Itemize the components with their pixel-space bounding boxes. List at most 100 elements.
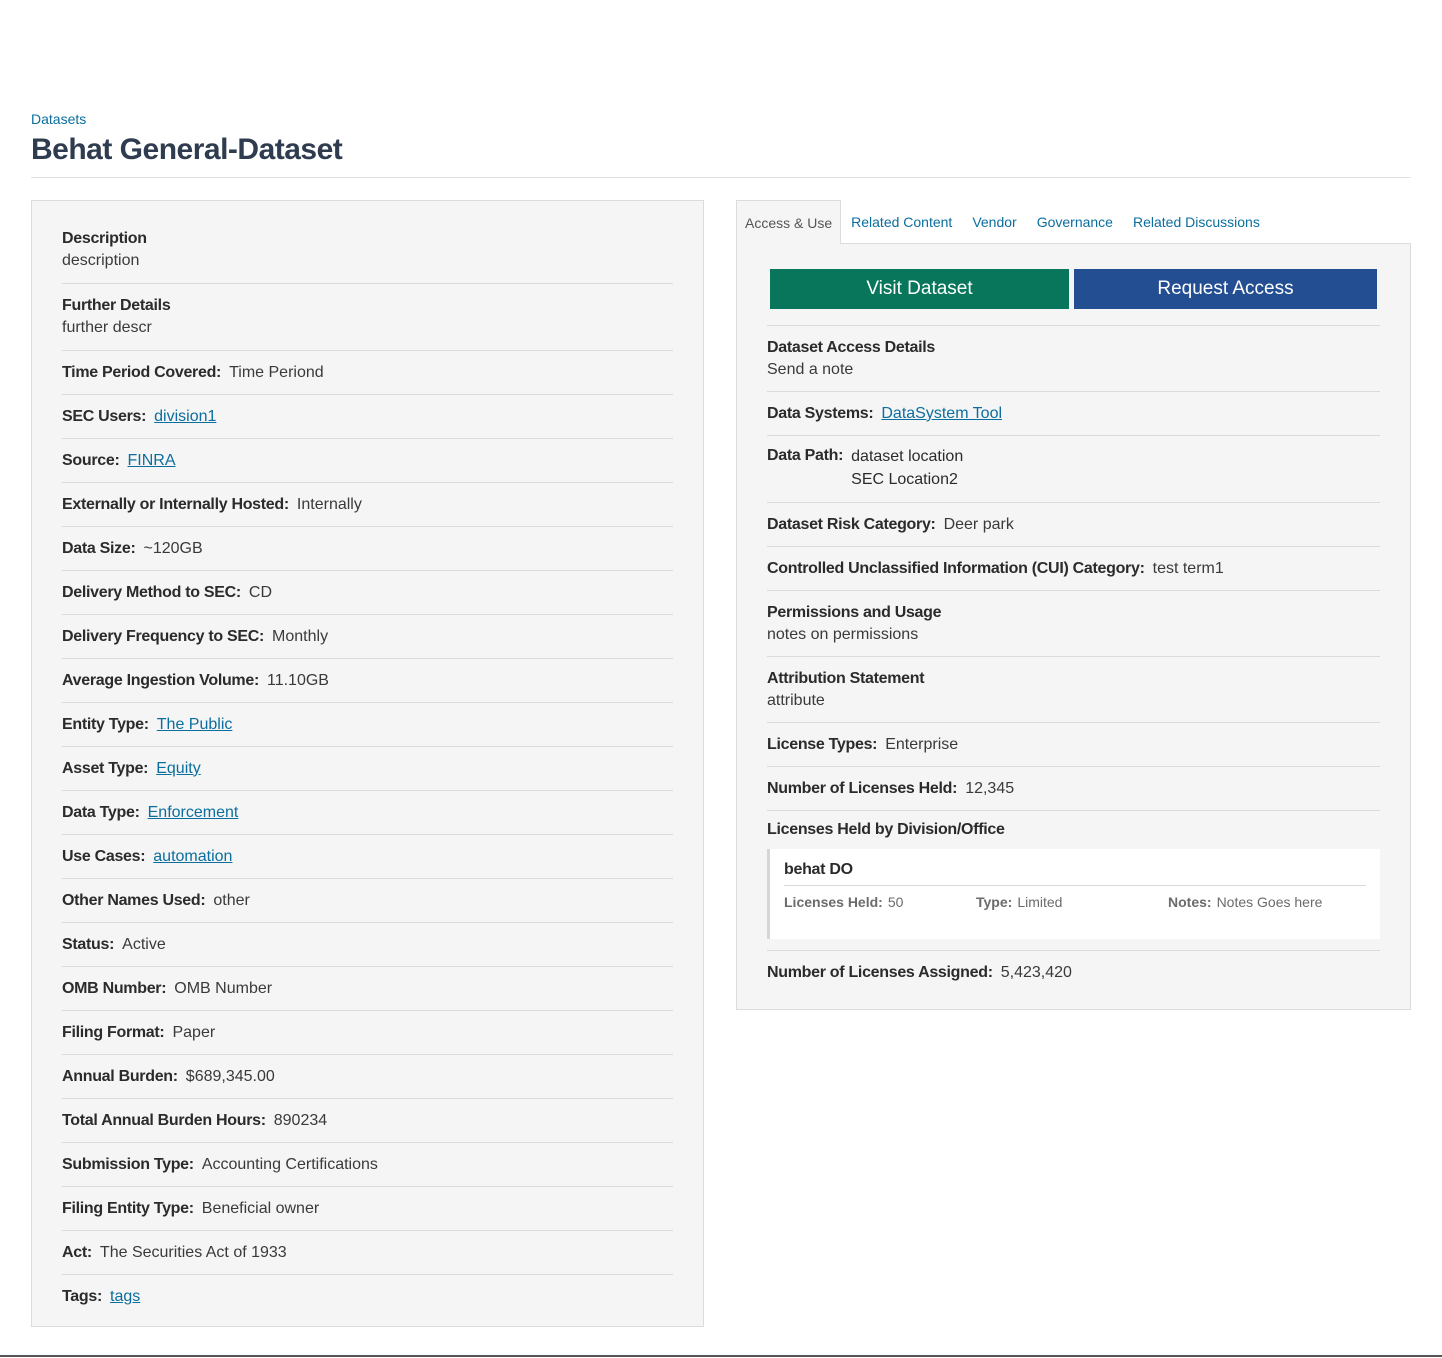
access-details-row: Dataset Access Details Send a note [767, 326, 1380, 392]
ingestion-volume-row: Average Ingestion Volume: 11.10GB [62, 659, 673, 703]
omb-number-row: OMB Number: OMB Number [62, 967, 673, 1011]
act-value: The Securities Act of 1933 [99, 1243, 287, 1261]
entity-type-row: Entity Type: The Public [62, 703, 673, 747]
division-license-fields: Licenses Held: 50 Type: Limited Notes: Note… [784, 894, 1366, 910]
delivery-frequency-value: Monthly [272, 627, 329, 645]
attribution-value: attribute [767, 691, 825, 709]
bottom-divider [0, 1355, 1442, 1357]
hosted-label: Externally or Internally Hosted: [62, 495, 289, 513]
hosted-row: Externally or Internally Hosted: Interna… [62, 483, 673, 527]
data-size-row: Data Size: ~120GB [62, 527, 673, 571]
licenses-assigned-value: 5,423,420 [1000, 964, 1072, 981]
title-divider [31, 177, 1411, 178]
submission-type-label: Submission Type: [62, 1155, 194, 1173]
tab-related-content[interactable]: Related Content [841, 200, 962, 244]
use-cases-link[interactable]: automation [153, 848, 232, 866]
delivery-method-row: Delivery Method to SEC: CD [62, 571, 673, 615]
delivery-frequency-label: Delivery Frequency to SEC: [62, 627, 265, 645]
data-size-value: ~120GB [143, 539, 203, 557]
description-row: Description description [62, 217, 673, 284]
attribution-label: Attribution Statement [767, 669, 925, 687]
omb-number-label: OMB Number: [62, 979, 167, 997]
burden-hours-row: Total Annual Burden Hours: 890234 [62, 1099, 673, 1143]
submission-type-row: Submission Type: Accounting Certificatio… [62, 1143, 673, 1187]
tab-governance[interactable]: Governance [1027, 200, 1123, 244]
further-details-row: Further Details further descr [62, 284, 673, 351]
visit-dataset-button[interactable]: Visit Dataset [770, 269, 1069, 309]
dataset-details-panel: Description description Further Details … [31, 200, 704, 1327]
license-notes-field: Notes: Notes Goes here [1168, 894, 1360, 910]
data-systems-link[interactable]: DataSystem Tool [881, 405, 1002, 423]
status-label: Status: [62, 935, 115, 953]
cui-category-label: Controlled Unclassified Information (CUI… [767, 559, 1145, 577]
data-path-values: dataset location SEC Location2 [851, 445, 963, 491]
breadcrumb-datasets[interactable]: Datasets [31, 111, 86, 127]
source-label: Source: [62, 451, 120, 469]
licenses-by-division-label: Licenses Held by Division/Office [767, 821, 1005, 838]
risk-category-value: Deer park [943, 515, 1014, 533]
access-use-panel: Visit Dataset Request Access Dataset Acc… [736, 243, 1411, 1010]
tags-link[interactable]: tags [110, 1288, 140, 1306]
license-type-field: Type: Limited [976, 894, 1168, 910]
submission-type-value: Accounting Certifications [201, 1155, 378, 1173]
source-link[interactable]: FINRA [127, 452, 175, 470]
ingestion-volume-label: Average Ingestion Volume: [62, 671, 259, 689]
tab-related-discussions[interactable]: Related Discussions [1123, 200, 1270, 244]
other-names-value: other [213, 891, 250, 909]
divider [767, 939, 1380, 951]
division-held-label: Licenses Held: [784, 894, 883, 910]
tab-access-use[interactable]: Access & Use [736, 200, 842, 244]
tab-bar: Access & Use Related Content Vendor Gove… [736, 200, 1270, 244]
sec-users-link[interactable]: division1 [154, 408, 216, 426]
asset-type-row: Asset Type: Equity [62, 747, 673, 791]
filing-format-row: Filing Format: Paper [62, 1011, 673, 1055]
data-type-row: Data Type: Enforcement [62, 791, 673, 835]
delivery-method-value: CD [248, 583, 273, 601]
license-types-row: License Types: Enterprise [767, 723, 1380, 767]
delivery-frequency-row: Delivery Frequency to SEC: Monthly [62, 615, 673, 659]
tags-row: Tags: tags [62, 1275, 673, 1319]
data-path-label: Data Path: [767, 447, 844, 464]
risk-category-row: Dataset Risk Category: Deer park [767, 503, 1380, 547]
page-title: Behat General-Dataset [31, 133, 343, 166]
burden-hours-label: Total Annual Burden Hours: [62, 1111, 266, 1129]
cui-category-value: test term1 [1152, 559, 1224, 577]
annual-burden-value: $689,345.00 [185, 1067, 275, 1085]
sec-users-label: SEC Users: [62, 407, 147, 425]
division-type-value: Limited [1017, 894, 1063, 910]
licenses-held-row: Number of Licenses Held: 12,345 [767, 767, 1380, 811]
cui-category-row: Controlled Unclassified Information (CUI… [767, 547, 1380, 591]
tags-label: Tags: [62, 1288, 102, 1305]
division-held-value: 50 [887, 894, 904, 910]
status-row: Status: Active [62, 923, 673, 967]
permissions-label: Permissions and Usage [767, 603, 942, 621]
further-details-value: further descr [62, 319, 152, 336]
request-access-button[interactable]: Request Access [1074, 269, 1377, 309]
time-period-label: Time Period Covered: [62, 363, 222, 381]
filing-entity-type-label: Filing Entity Type: [62, 1199, 194, 1217]
data-type-link[interactable]: Enforcement [148, 804, 239, 822]
licenses-held-field: Licenses Held: 50 [784, 894, 976, 910]
sec-users-row: SEC Users: division1 [62, 395, 673, 439]
access-details-value: Send a note [767, 360, 854, 378]
use-cases-label: Use Cases: [62, 847, 146, 865]
status-value: Active [122, 935, 166, 953]
data-path-row: Data Path: dataset location SEC Location… [767, 436, 1380, 503]
filing-format-value: Paper [172, 1023, 216, 1041]
permissions-value: notes on permissions [767, 625, 919, 643]
tab-vendor[interactable]: Vendor [962, 200, 1026, 244]
asset-type-label: Asset Type: [62, 759, 149, 777]
licenses-assigned-label: Number of Licenses Assigned: [767, 964, 993, 981]
entity-type-link[interactable]: The Public [157, 716, 233, 734]
licenses-held-value: 12,345 [965, 779, 1015, 797]
asset-type-link[interactable]: Equity [156, 760, 200, 778]
division-type-label: Type: [976, 894, 1013, 910]
risk-category-label: Dataset Risk Category: [767, 515, 936, 533]
data-size-label: Data Size: [62, 539, 136, 557]
filing-entity-type-value: Beneficial owner [201, 1199, 320, 1217]
license-types-label: License Types: [767, 735, 878, 753]
other-names-label: Other Names Used: [62, 891, 206, 909]
filing-entity-type-row: Filing Entity Type: Beneficial owner [62, 1187, 673, 1231]
ingestion-volume-value: 11.10GB [267, 671, 329, 689]
data-path-value: SEC Location2 [851, 471, 958, 488]
